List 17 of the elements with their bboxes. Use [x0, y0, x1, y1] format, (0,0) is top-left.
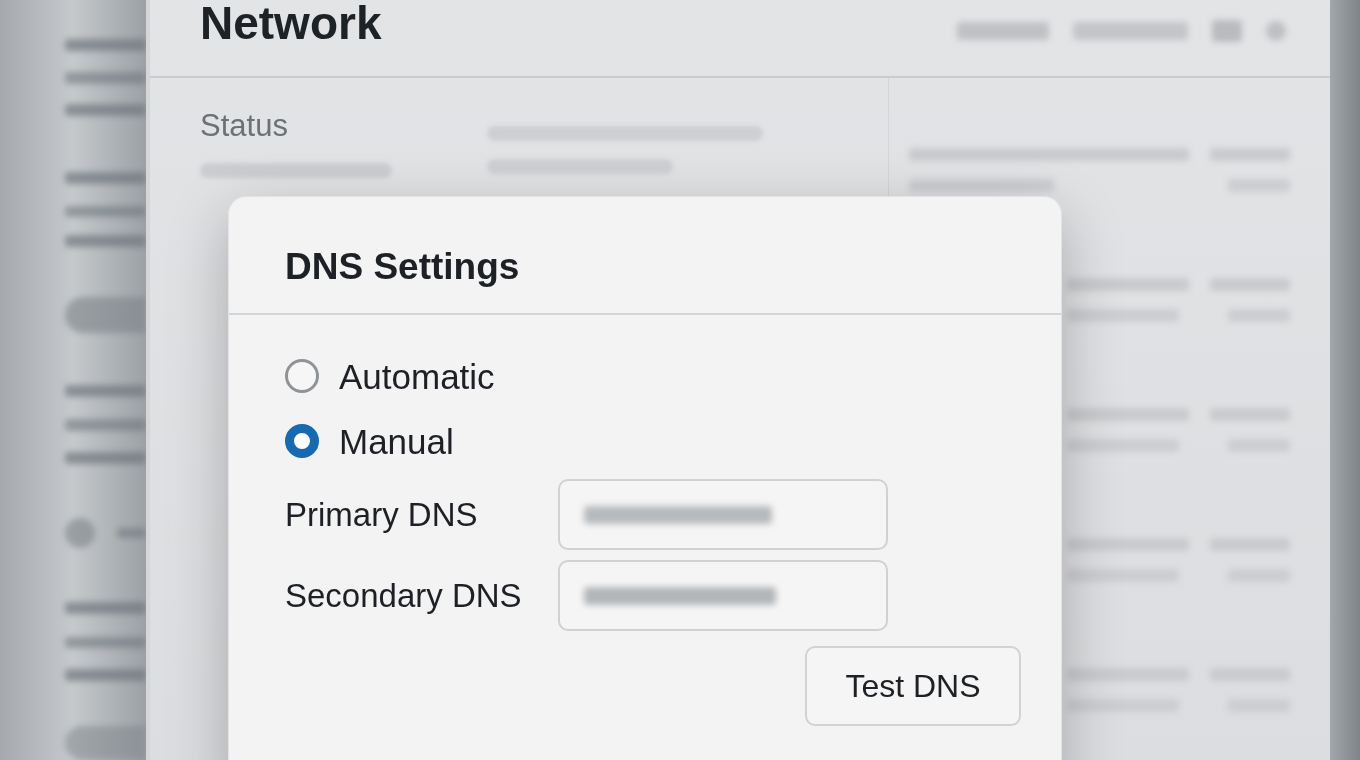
- blurred-icon: [65, 517, 95, 548]
- input-field[interactable]: [558, 479, 888, 550]
- test-dns-button[interactable]: Test DNS: [805, 646, 1021, 726]
- blurred-icon[interactable]: [1266, 21, 1286, 41]
- blurred-icon[interactable]: [1212, 20, 1242, 42]
- blurred-sidebar-item[interactable]: [65, 297, 146, 333]
- option-label[interactable]: Automatic: [339, 358, 495, 394]
- radio-button[interactable]: [285, 424, 319, 458]
- option-label[interactable]: Manual: [339, 423, 454, 459]
- window-title: Network: [199, 0, 382, 51]
- field-label: Primary DNS: [285, 498, 479, 531]
- radio-button[interactable]: [285, 359, 319, 393]
- blurred-text: [117, 527, 146, 538]
- input-field[interactable]: [558, 560, 888, 631]
- dialog-title: DNS Settings: [285, 247, 520, 285]
- field-label: Secondary DNS: [285, 579, 523, 612]
- status-label: Status: [200, 110, 289, 141]
